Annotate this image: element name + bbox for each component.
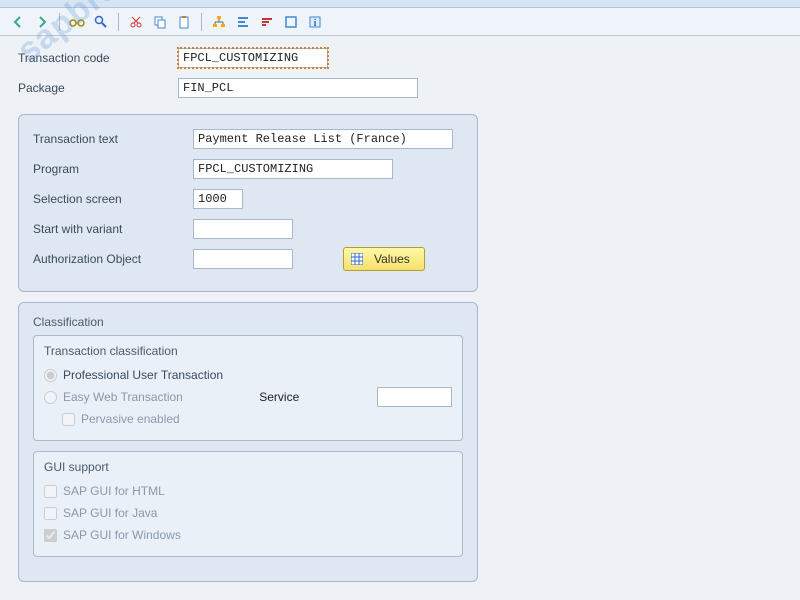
gui-support-title: GUI support bbox=[44, 460, 452, 474]
selection-screen-input[interactable] bbox=[193, 189, 243, 209]
easyweb-radio[interactable] bbox=[44, 391, 57, 404]
title-bar bbox=[0, 0, 800, 8]
hierarchy-icon[interactable] bbox=[209, 12, 229, 32]
cut-icon[interactable] bbox=[126, 12, 146, 32]
classification-title: Classification bbox=[33, 315, 463, 329]
auth-object-input[interactable] bbox=[193, 249, 293, 269]
sort-icon[interactable] bbox=[257, 12, 277, 32]
table-icon bbox=[350, 252, 364, 266]
box-icon[interactable] bbox=[281, 12, 301, 32]
copy-icon[interactable] bbox=[150, 12, 170, 32]
auth-object-label: Authorization Object bbox=[33, 252, 193, 266]
selection-screen-label: Selection screen bbox=[33, 192, 193, 206]
easyweb-label: Easy Web Transaction bbox=[63, 390, 259, 404]
values-button-label: Values bbox=[374, 252, 410, 266]
toolbar: i bbox=[0, 8, 800, 36]
professional-radio[interactable] bbox=[44, 369, 57, 382]
transaction-text-label: Transaction text bbox=[33, 132, 193, 146]
back-icon[interactable] bbox=[8, 12, 28, 32]
main-panel: Transaction text Program Selection scree… bbox=[18, 114, 478, 292]
find-icon[interactable] bbox=[91, 12, 111, 32]
info-icon[interactable]: i bbox=[305, 12, 325, 32]
gui-windows-label: SAP GUI for Windows bbox=[63, 528, 181, 542]
gui-support-fieldset: GUI support SAP GUI for HTML SAP GUI for… bbox=[33, 451, 463, 557]
paste-icon[interactable] bbox=[174, 12, 194, 32]
package-label: Package bbox=[18, 81, 178, 95]
transaction-classification-title: Transaction classification bbox=[44, 344, 452, 358]
transaction-classification-fieldset: Transaction classification Professional … bbox=[33, 335, 463, 441]
pervasive-checkbox[interactable] bbox=[62, 413, 75, 426]
start-with-variant-label: Start with variant bbox=[33, 222, 193, 236]
gui-html-label: SAP GUI for HTML bbox=[63, 484, 165, 498]
align-icon[interactable] bbox=[233, 12, 253, 32]
start-with-variant-input[interactable] bbox=[193, 219, 293, 239]
transaction-code-input[interactable] bbox=[178, 48, 328, 68]
gui-windows-checkbox[interactable] bbox=[44, 529, 57, 542]
service-label: Service bbox=[259, 390, 377, 404]
professional-label: Professional User Transaction bbox=[63, 368, 223, 382]
service-input[interactable] bbox=[377, 387, 452, 407]
values-button[interactable]: Values bbox=[343, 247, 425, 271]
gui-java-label: SAP GUI for Java bbox=[63, 506, 157, 520]
package-input[interactable] bbox=[178, 78, 418, 98]
transaction-code-label: Transaction code bbox=[18, 51, 178, 65]
gui-html-checkbox[interactable] bbox=[44, 485, 57, 498]
forward-icon[interactable] bbox=[32, 12, 52, 32]
glasses-icon[interactable] bbox=[67, 12, 87, 32]
program-label: Program bbox=[33, 162, 193, 176]
program-input[interactable] bbox=[193, 159, 393, 179]
transaction-text-input[interactable] bbox=[193, 129, 453, 149]
svg-text:i: i bbox=[314, 18, 317, 29]
gui-java-checkbox[interactable] bbox=[44, 507, 57, 520]
classification-panel: Classification Transaction classificatio… bbox=[18, 302, 478, 582]
pervasive-label: Pervasive enabled bbox=[81, 412, 180, 426]
